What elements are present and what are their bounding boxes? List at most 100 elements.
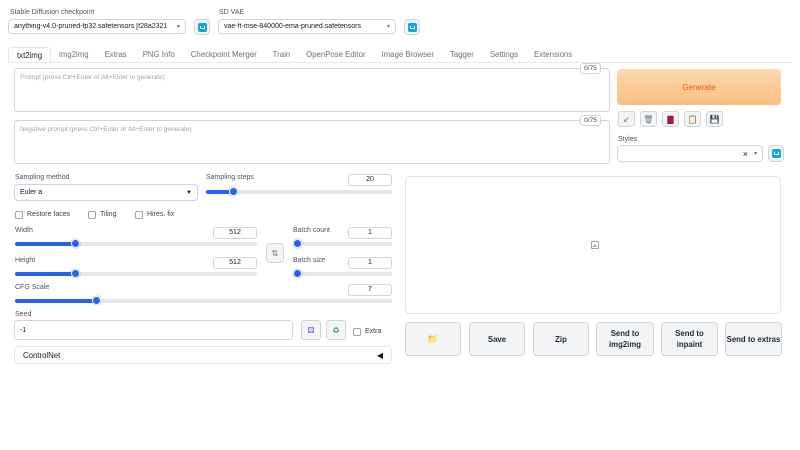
height-input[interactable]: 512 (213, 257, 257, 269)
swap-arrows-icon: ⇅ (271, 248, 279, 258)
sampling-steps-input[interactable]: 20 (348, 174, 392, 186)
vae-label: SD VAE (219, 9, 245, 16)
vae-value: vae-ft-mse-840000-ema-pruned.safetensors (224, 23, 361, 30)
hires-fix-checkbox[interactable] (135, 211, 143, 219)
width-input[interactable]: 512 (213, 227, 257, 239)
tab-img2img[interactable]: img2img (51, 47, 96, 63)
arrow-icon: ↙ (623, 114, 630, 124)
red-card-icon: ▇ (667, 114, 674, 124)
tab-txt2img[interactable]: txt2img (8, 47, 52, 63)
batch-size-slider[interactable] (293, 269, 392, 278)
image-placeholder-icon (591, 241, 599, 249)
apply-style-button[interactable]: 📋 (684, 111, 701, 127)
generate-button[interactable]: Generate (617, 69, 781, 105)
prompt-token-counter: 0/75 (580, 63, 601, 74)
send-to-img2img-button[interactable]: Send to img2img (596, 322, 654, 356)
sampling-method-value: Euler a (20, 189, 43, 196)
tab-tagger[interactable]: Tagger (442, 47, 482, 63)
negative-prompt-input[interactable]: Negative prompt (press Ctrl+Enter or Alt… (14, 120, 610, 164)
tab-png-info[interactable]: PNG Info (135, 47, 183, 63)
checkpoint-label: Stable Diffusion checkpoint (10, 9, 95, 16)
negative-prompt-token-counter: 0/75 (580, 115, 601, 126)
send-to-inpaint-button[interactable]: Send to inpaint (661, 322, 718, 356)
recycle-icon: ♻ (332, 325, 340, 335)
batch-count-label: Batch count (293, 227, 330, 234)
seed-input[interactable]: -1 (14, 320, 293, 340)
styles-select[interactable]: × ▾ (617, 145, 763, 162)
chevron-down-icon: ▾ (753, 151, 757, 157)
extra-seed-checkbox[interactable] (353, 328, 361, 336)
cfg-scale-input[interactable]: 7 (348, 284, 392, 296)
restore-faces-checkbox[interactable] (15, 211, 23, 219)
reuse-seed-button[interactable]: ♻ (326, 320, 346, 340)
refresh-checkpoint-button[interactable] (194, 19, 210, 35)
sampling-steps-slider[interactable] (206, 187, 392, 196)
tiling-label: Tiling (100, 211, 117, 218)
save-button[interactable]: Save (469, 322, 525, 356)
output-gallery (405, 176, 781, 314)
hires-fix-label: Hires. fix (147, 211, 175, 218)
tab-extensions[interactable]: Extensions (526, 47, 580, 63)
slider-handle[interactable] (92, 296, 101, 305)
refresh-icon (771, 149, 781, 158)
refresh-styles-button[interactable] (768, 145, 784, 162)
slider-handle[interactable] (293, 269, 302, 278)
floppy-icon: 💾 (709, 114, 720, 124)
slider-handle[interactable] (71, 269, 80, 278)
extra-seed-label: Extra (365, 328, 382, 335)
tab-checkpoint-merger[interactable]: Checkpoint Merger (183, 47, 265, 63)
controlnet-accordion[interactable]: ControlNet ◀ (14, 346, 392, 364)
folder-icon: 📁 (427, 333, 439, 344)
batch-size-input[interactable]: 1 (348, 257, 392, 269)
refresh-vae-button[interactable] (404, 19, 420, 35)
restore-faces-label: Restore faces (27, 211, 71, 218)
controlnet-label: ControlNet (23, 350, 61, 360)
read-params-button[interactable]: ↙ (618, 111, 635, 127)
trash-icon: 🗑 (643, 114, 654, 124)
vae-select[interactable]: vae-ft-mse-840000-ema-pruned.safetensors… (218, 19, 396, 34)
caret-down-icon: ▼ (186, 189, 192, 196)
batch-count-slider[interactable] (293, 239, 392, 248)
batch-count-input[interactable]: 1 (348, 227, 392, 239)
slider-handle[interactable] (229, 187, 238, 196)
clipboard-icon: 📋 (687, 114, 698, 124)
sampling-method-select[interactable]: Euler a ▼ (14, 184, 198, 201)
width-label: Width (15, 227, 33, 234)
checkpoint-value: anything-v4.0-pruned-fp32.safetensors [f… (14, 23, 168, 30)
main-tabs: txt2img img2img Extras PNG Info Checkpoi… (8, 47, 580, 63)
collapse-triangle-icon: ◀ (376, 350, 383, 360)
send-to-extras-button[interactable]: Send to extras (725, 322, 782, 356)
random-seed-button[interactable]: ⚄ (301, 320, 321, 340)
chevron-down-icon: ▾ (176, 24, 180, 30)
open-folder-button[interactable]: 📁 (405, 322, 461, 356)
prompt-placeholder: Prompt (press Ctrl+Enter or Alt+Enter to… (20, 74, 165, 81)
tab-extras[interactable]: Extras (97, 47, 135, 63)
negative-prompt-placeholder: Negative prompt (press Ctrl+Enter or Alt… (20, 126, 192, 133)
clear-styles-icon[interactable]: × (743, 149, 748, 159)
slider-handle[interactable] (71, 239, 80, 248)
swap-dimensions-button[interactable]: ⇅ (266, 243, 284, 263)
zip-button[interactable]: Zip (533, 322, 589, 356)
seed-value: -1 (20, 326, 27, 334)
chevron-down-icon: ▾ (386, 24, 390, 30)
extra-networks-button[interactable]: ▇ (662, 111, 679, 127)
tab-settings[interactable]: Settings (482, 47, 526, 63)
styles-label: Styles (618, 136, 638, 143)
refresh-icon (197, 22, 207, 32)
prompt-input[interactable]: Prompt (press Ctrl+Enter or Alt+Enter to… (14, 68, 610, 112)
tab-openpose-editor[interactable]: OpenPose Editor (298, 47, 373, 63)
sampling-method-label: Sampling method (15, 174, 70, 181)
sampling-steps-label: Sampling steps (206, 174, 254, 181)
tiling-checkbox[interactable] (88, 211, 96, 219)
height-slider[interactable] (15, 269, 257, 278)
tab-image-browser[interactable]: Image Browser (374, 47, 442, 63)
checkpoint-select[interactable]: anything-v4.0-pruned-fp32.safetensors [f… (8, 19, 186, 34)
height-label: Height (15, 257, 36, 264)
slider-handle[interactable] (293, 239, 302, 248)
width-slider[interactable] (15, 239, 257, 248)
tab-train[interactable]: Train (265, 47, 298, 63)
refresh-icon (407, 22, 417, 32)
cfg-scale-slider[interactable] (15, 296, 392, 305)
save-style-button[interactable]: 💾 (706, 111, 723, 127)
clear-prompt-button[interactable]: 🗑 (640, 111, 657, 127)
